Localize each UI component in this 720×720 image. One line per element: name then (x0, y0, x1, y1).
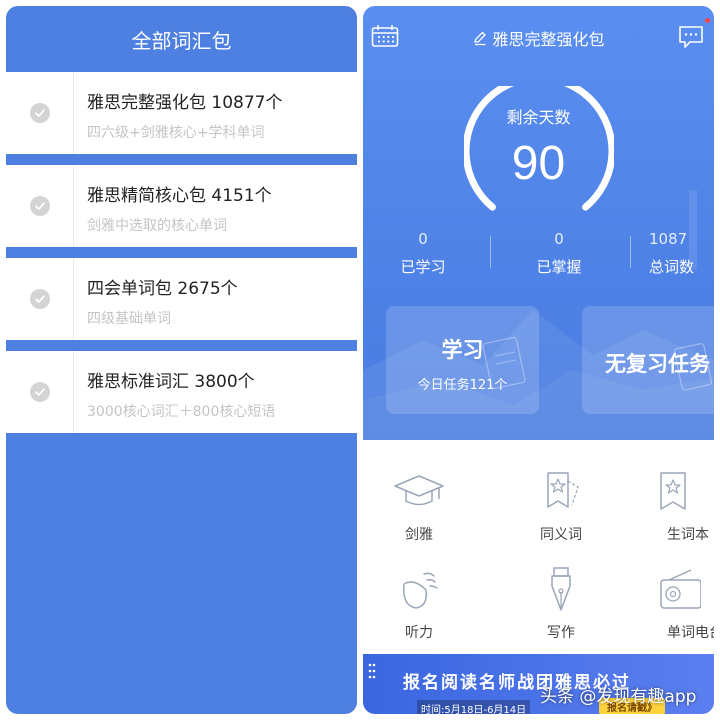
panel-title: 全部词汇包 (131, 28, 232, 53)
stat-learned[interactable]: 0 已学习 (363, 230, 483, 277)
stat-number: 0 (554, 230, 564, 248)
pack-check-column (6, 258, 74, 340)
message-icon[interactable] (677, 24, 705, 54)
pack-description: 四级基础单词 (87, 311, 171, 327)
star-card-icon (501, 464, 621, 520)
pack-description: 3000核心词汇＋800核心短语 (87, 404, 276, 420)
pack-item[interactable]: 四会单词包 2675个 四级基础单词 (6, 258, 357, 340)
study-home-panel: 雅思完整强化包 剩余天数 90 0 已学习 0 已掌握 1087 总词数 学习 … (363, 6, 714, 714)
countdown-value: 90 (511, 137, 566, 190)
feature-synonyms[interactable]: 同义词 (501, 464, 621, 544)
check-icon[interactable] (29, 103, 50, 123)
pack-title: 四会单词包 2675个 (87, 279, 238, 299)
stat-label: 已掌握 (536, 258, 582, 276)
pack-item[interactable]: 雅思完整强化包 10877个 四六级+剑雅核心+学科单词 (6, 72, 357, 154)
stat-divider (630, 236, 631, 268)
stat-mastered[interactable]: 0 已掌握 (499, 230, 619, 277)
pack-item[interactable]: 雅思精简核心包 4151个 剑雅中选取的核心单词 (6, 165, 357, 247)
edit-icon (474, 31, 487, 46)
notification-dot (705, 18, 710, 23)
pack-switcher[interactable]: 雅思完整强化包 (363, 26, 714, 50)
notebook-icon (673, 343, 712, 391)
feature-label: 写作 (547, 625, 575, 641)
pack-item[interactable]: 雅思标准词汇 3800个 3000核心词汇＋800核心短语 (6, 351, 357, 433)
pack-description: 四六级+剑雅核心+学科单词 (87, 125, 265, 141)
bookmark-star-icon (643, 464, 714, 520)
feature-label: 生词本 (667, 527, 709, 543)
dots-icon (368, 663, 376, 679)
feature-label: 单词电台 (667, 625, 714, 641)
stat-label: 总词数 (649, 258, 695, 276)
pack-name: 雅思完整强化包 (492, 30, 605, 49)
pack-check-column (6, 72, 74, 154)
watermark: 头条 @发现有趣app (540, 687, 697, 707)
stat-divider (490, 236, 491, 268)
feature-label: 听力 (405, 625, 433, 641)
feature-radio[interactable]: 单词电台 (643, 562, 714, 642)
pack-title: 雅思精简核心包 4151个 (87, 186, 272, 206)
feature-label: 同义词 (540, 527, 582, 543)
notebook-icon (482, 336, 526, 390)
pack-check-column (6, 165, 74, 247)
banner-date: 时间:5月18日-6月14日 (417, 700, 531, 714)
study-card[interactable]: 学习 今日任务121个 (386, 306, 539, 414)
headphone-icon (363, 562, 479, 618)
countdown-label: 剩余天数 (506, 108, 571, 127)
radio-icon (643, 562, 714, 618)
graduation-cap-icon (363, 464, 479, 520)
pen-nib-icon (501, 562, 621, 618)
stat-label: 已学习 (400, 258, 446, 276)
pack-title: 雅思标准词汇 3800个 (87, 372, 255, 392)
check-icon[interactable] (29, 289, 50, 309)
stat-total[interactable]: 1087 总词数 (649, 230, 714, 277)
stat-number: 1087 (649, 230, 688, 248)
feature-label: 剑雅 (405, 527, 433, 543)
check-icon[interactable] (29, 196, 50, 216)
stat-number: 0 (418, 230, 428, 248)
feature-writing[interactable]: 写作 (501, 562, 621, 642)
check-icon[interactable] (29, 382, 50, 402)
feature-listening[interactable]: 听力 (363, 562, 479, 642)
review-card[interactable]: 无复习任务 (582, 306, 714, 414)
feature-vocab-book[interactable]: 生词本 (643, 464, 714, 544)
pack-check-column (6, 351, 74, 433)
pack-description: 剑雅中选取的核心单词 (87, 218, 227, 234)
hero-section: 雅思完整强化包 剩余天数 90 0 已学习 0 已掌握 1087 总词数 学习 … (363, 6, 714, 440)
screenshot-root: 全部词汇包 雅思完整强化包 10877个 四六级+剑雅核心+学科单词 雅思精简核… (0, 0, 720, 720)
pack-title: 雅思完整强化包 10877个 (87, 93, 283, 113)
word-pack-panel: 全部词汇包 雅思完整强化包 10877个 四六级+剑雅核心+学科单词 雅思精简核… (6, 6, 357, 714)
feature-cambridge[interactable]: 剑雅 (363, 464, 479, 544)
